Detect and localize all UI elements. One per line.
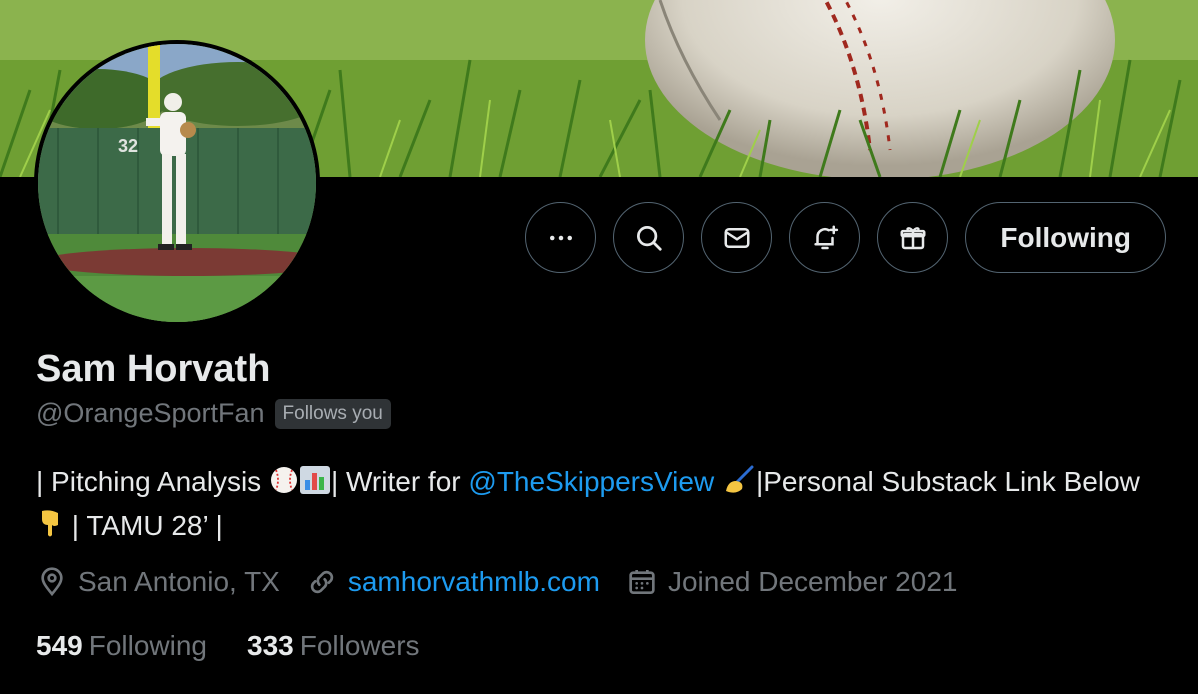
joined-date: Joined December 2021 <box>626 566 958 598</box>
more-icon <box>549 235 572 240</box>
follows-you-badge: Follows you <box>274 398 391 429</box>
bio-text-4: | TAMU 28’ | <box>64 510 223 541</box>
following-count: 549 <box>36 630 83 661</box>
avatar-photo: 32 <box>38 44 316 322</box>
following-button[interactable]: Following <box>965 202 1166 273</box>
follow-stats: 549 Following 333 Followers <box>36 630 420 662</box>
calendar-icon <box>629 570 655 594</box>
username: @OrangeSportFan <box>36 398 265 428</box>
search-button[interactable] <box>613 202 685 273</box>
link-icon <box>310 570 334 594</box>
joined-text: Joined December 2021 <box>667 566 958 597</box>
search-icon <box>636 225 662 251</box>
message-button[interactable] <box>701 202 773 273</box>
following-count-link[interactable]: 549 Following <box>36 630 207 662</box>
followers-count: 333 <box>247 630 294 661</box>
bio-text-1: | Pitching Analysis <box>36 466 269 497</box>
bio: | Pitching Analysis | Writer for @TheSki… <box>36 462 1171 550</box>
website: samhorvathmlb.com <box>306 566 600 598</box>
mention-link[interactable]: @TheSkippersView <box>468 466 714 497</box>
more-button[interactable] <box>525 202 597 273</box>
location-text: San Antonio, TX <box>78 566 280 597</box>
notify-button[interactable] <box>789 202 861 273</box>
bar-chart-icon <box>299 465 331 506</box>
following-label: Following <box>88 630 207 661</box>
display-name: Sam Horvath <box>36 348 271 390</box>
pointing-down-icon <box>36 507 64 550</box>
gift-button[interactable] <box>877 202 949 273</box>
bell-plus-icon <box>814 225 838 249</box>
followers-label: Followers <box>299 630 420 661</box>
location-pin-icon <box>41 567 63 597</box>
location: San Antonio, TX <box>36 566 280 598</box>
profile-meta: San Antonio, TX samhorvathmlb.com Joined… <box>36 566 957 598</box>
baseball-icon <box>269 465 299 506</box>
website-link[interactable]: samhorvathmlb.com <box>348 566 600 598</box>
bio-text-3: |Personal Substack Link Below <box>755 466 1140 497</box>
svg-text:32: 32 <box>118 136 138 156</box>
writing-hand-icon <box>722 465 756 506</box>
gift-icon <box>900 226 926 249</box>
avatar[interactable]: 32 <box>34 40 320 326</box>
profile-actions: Following <box>525 202 1166 273</box>
handle-row: @OrangeSportFan Follows you <box>36 398 391 429</box>
envelope-icon <box>724 227 750 248</box>
bio-text-2: | Writer for <box>330 466 469 497</box>
followers-count-link[interactable]: 333 Followers <box>247 630 420 662</box>
